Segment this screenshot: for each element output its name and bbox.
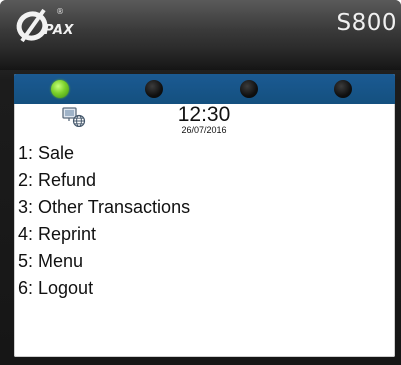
menu-item-refund[interactable]: 2: Refund [18,167,388,194]
menu-item-sale[interactable]: 1: Sale [18,140,388,167]
brand-name: PAX [44,23,74,38]
status-row: 12:30 26/07/2016 [14,104,395,138]
led-indicator-2 [145,80,163,98]
pos-terminal: ® PAX S800 12:30 26/07/2016 1: Sale 2: R… [0,0,401,365]
device-model: S800 [336,10,397,36]
registered-mark: ® [56,7,64,16]
network-globe-icon [62,107,86,127]
led-indicator-4 [334,80,352,98]
menu-item-other-transactions[interactable]: 3: Other Transactions [18,194,388,221]
led-indicator-3 [240,80,258,98]
menu-item-menu[interactable]: 5: Menu [18,248,388,275]
menu-item-logout[interactable]: 6: Logout [18,275,388,302]
device-header: ® PAX S800 [0,0,401,50]
bezel [0,50,401,70]
clock-time: 12:30 [177,103,231,126]
menu-item-reprint[interactable]: 4: Reprint [18,221,388,248]
clock-date: 26/07/2016 [181,125,227,135]
terminal-screen: 12:30 26/07/2016 1: Sale 2: Refund 3: Ot… [14,74,395,357]
main-menu: 1: Sale 2: Refund 3: Other Transactions … [18,140,388,302]
status-led-bar [14,74,395,104]
led-indicator-1 [51,80,69,98]
